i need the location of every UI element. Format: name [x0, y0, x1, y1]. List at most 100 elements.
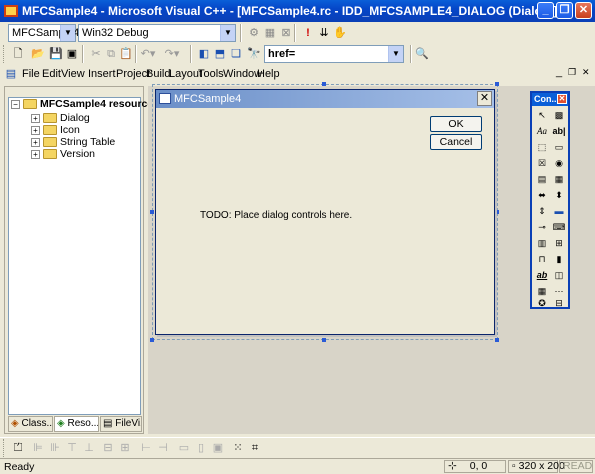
menu-edit[interactable]: Edit: [42, 68, 61, 80]
toolbar-grip[interactable]: [3, 45, 6, 63]
undo-icon[interactable]: ↶▾: [140, 46, 156, 62]
stop-build-icon[interactable]: ⊠: [278, 25, 294, 41]
menu-build[interactable]: Build: [146, 68, 170, 80]
find-icon[interactable]: 🔍: [414, 46, 430, 62]
todo-static-text[interactable]: TODO: Place dialog controls here.: [200, 210, 352, 221]
menu-file[interactable]: File: [22, 68, 40, 80]
output-icon[interactable]: ⬒: [212, 46, 228, 62]
chevron-down-icon[interactable]: ▼: [388, 46, 403, 62]
group-box-icon[interactable]: ⬚: [535, 141, 549, 154]
button-icon[interactable]: ▭: [552, 141, 566, 154]
window-list-icon[interactable]: ❏: [228, 46, 244, 62]
tab-resource-view[interactable]: ◈ Reso...: [54, 416, 99, 432]
combo-box-icon[interactable]: ▤: [535, 173, 549, 186]
resize-handle[interactable]: [150, 338, 154, 342]
animate-icon[interactable]: ▮: [552, 253, 566, 266]
restore-button[interactable]: ❐: [556, 2, 573, 19]
cut-icon[interactable]: ✂: [88, 46, 104, 62]
static-text-icon[interactable]: Aa: [535, 125, 549, 138]
test-dialog-icon[interactable]: ⏍: [10, 440, 26, 456]
breakpoint-icon[interactable]: ✋: [332, 25, 348, 41]
project-combo[interactable]: MFCSample4 ▼: [8, 24, 79, 42]
progress-icon[interactable]: ▬: [552, 205, 566, 218]
h-scrollbar-icon[interactable]: ⬌: [535, 189, 549, 202]
align-left-icon[interactable]: ⊫: [30, 440, 46, 456]
tab-control-icon[interactable]: ⊓: [535, 253, 549, 266]
resize-handle[interactable]: [495, 210, 499, 214]
document-icon[interactable]: ▤: [3, 66, 19, 82]
menu-insert[interactable]: Insert: [88, 68, 116, 80]
tab-class-view[interactable]: ◈ Class...: [8, 416, 53, 432]
make-same-size-icon[interactable]: ▣: [210, 440, 226, 456]
save-all-icon[interactable]: ▣: [64, 46, 80, 62]
resize-handle[interactable]: [495, 82, 499, 86]
pointer-icon[interactable]: ↖: [535, 109, 549, 122]
copy-icon[interactable]: ⧉: [103, 46, 119, 62]
workspace-icon[interactable]: ◧: [196, 46, 212, 62]
new-file-icon[interactable]: 🗋: [10, 46, 26, 62]
menu-tools[interactable]: Tools: [198, 68, 224, 80]
save-icon[interactable]: 💾: [48, 46, 64, 62]
cancel-button[interactable]: Cancel: [430, 134, 482, 150]
custom-control-icon[interactable]: ✪: [535, 297, 549, 310]
open-icon[interactable]: 📂: [30, 46, 46, 62]
resource-tree[interactable]: − MFCSample4 resources + Dialog + Icon +…: [8, 97, 159, 415]
align-top-icon[interactable]: ⊤: [64, 440, 80, 456]
edit-box-icon[interactable]: ab|: [552, 125, 566, 138]
go-icon[interactable]: ⇊: [316, 25, 332, 41]
make-same-width-icon[interactable]: ▭: [176, 440, 192, 456]
center-vertical-icon[interactable]: ⊟: [100, 440, 116, 456]
expand-toggle[interactable]: +: [31, 138, 40, 147]
rich-edit-icon[interactable]: ab: [535, 269, 549, 282]
resize-handle[interactable]: [322, 338, 326, 342]
config-combo[interactable]: Win32 Debug ▼: [78, 24, 236, 42]
build-icon[interactable]: ▦: [262, 25, 278, 41]
mdi-close-button[interactable]: ✕: [582, 67, 590, 78]
tab-file-view[interactable]: ▤ FileVi...: [100, 416, 142, 432]
redo-icon[interactable]: ↷▾: [164, 46, 180, 62]
align-right-icon[interactable]: ⊪: [47, 440, 63, 456]
list-control-icon[interactable]: ▥: [535, 237, 549, 250]
menu-view[interactable]: View: [61, 68, 85, 80]
tree-control-icon[interactable]: ⊞: [552, 237, 566, 250]
picture-icon[interactable]: ▩: [552, 109, 566, 122]
tree-root[interactable]: MFCSample4 resources: [23, 98, 159, 110]
dialog-preview[interactable]: MFCSample4 ✕ OK Cancel TODO: Place dialo…: [155, 89, 495, 335]
radio-button-icon[interactable]: ◉: [552, 157, 566, 170]
list-box-icon[interactable]: ▦: [552, 173, 566, 186]
space-across-icon[interactable]: ⊢: [138, 440, 154, 456]
toggle-grid-icon[interactable]: ⁙: [230, 440, 246, 456]
tree-item-version[interactable]: Version: [43, 148, 95, 160]
expand-toggle[interactable]: +: [31, 114, 40, 123]
align-bottom-icon[interactable]: ⊥: [81, 440, 97, 456]
date-time-icon[interactable]: ◫: [552, 269, 566, 282]
chevron-down-icon[interactable]: ▼: [220, 25, 235, 41]
expand-toggle[interactable]: +: [31, 150, 40, 159]
spin-icon[interactable]: ⇕: [535, 205, 549, 218]
paste-icon[interactable]: 📋: [118, 46, 134, 62]
resize-handle[interactable]: [322, 82, 326, 86]
make-same-height-icon[interactable]: ▯: [193, 440, 209, 456]
center-horizontal-icon[interactable]: ⊞: [117, 440, 133, 456]
extended-combo-icon[interactable]: ⊟: [552, 297, 566, 310]
minimize-button[interactable]: _: [537, 2, 554, 19]
check-box-icon[interactable]: ☒: [535, 157, 549, 170]
resize-handle[interactable]: [150, 210, 154, 214]
tree-item-icon[interactable]: Icon: [43, 124, 80, 136]
hotkey-icon[interactable]: ⌨: [552, 221, 566, 234]
tree-item-string-table[interactable]: String Table: [43, 136, 115, 148]
chevron-down-icon[interactable]: ▼: [60, 25, 75, 41]
palette-close-button[interactable]: ✕: [557, 94, 567, 104]
menu-help[interactable]: Help: [257, 68, 280, 80]
compile-icon[interactable]: ⚙: [246, 25, 262, 41]
space-down-icon[interactable]: ⊣: [155, 440, 171, 456]
toolbar-grip[interactable]: [3, 439, 6, 457]
expand-toggle[interactable]: +: [31, 126, 40, 135]
slider-icon[interactable]: ⊸: [535, 221, 549, 234]
find-combo[interactable]: href= ▼: [264, 45, 404, 63]
collapse-toggle[interactable]: −: [11, 100, 20, 109]
dialog-close-icon[interactable]: ✕: [477, 91, 492, 106]
tree-item-dialog[interactable]: Dialog: [43, 112, 90, 124]
toggle-guides-icon[interactable]: ⌗: [247, 440, 263, 456]
close-button[interactable]: ✕: [575, 2, 592, 19]
